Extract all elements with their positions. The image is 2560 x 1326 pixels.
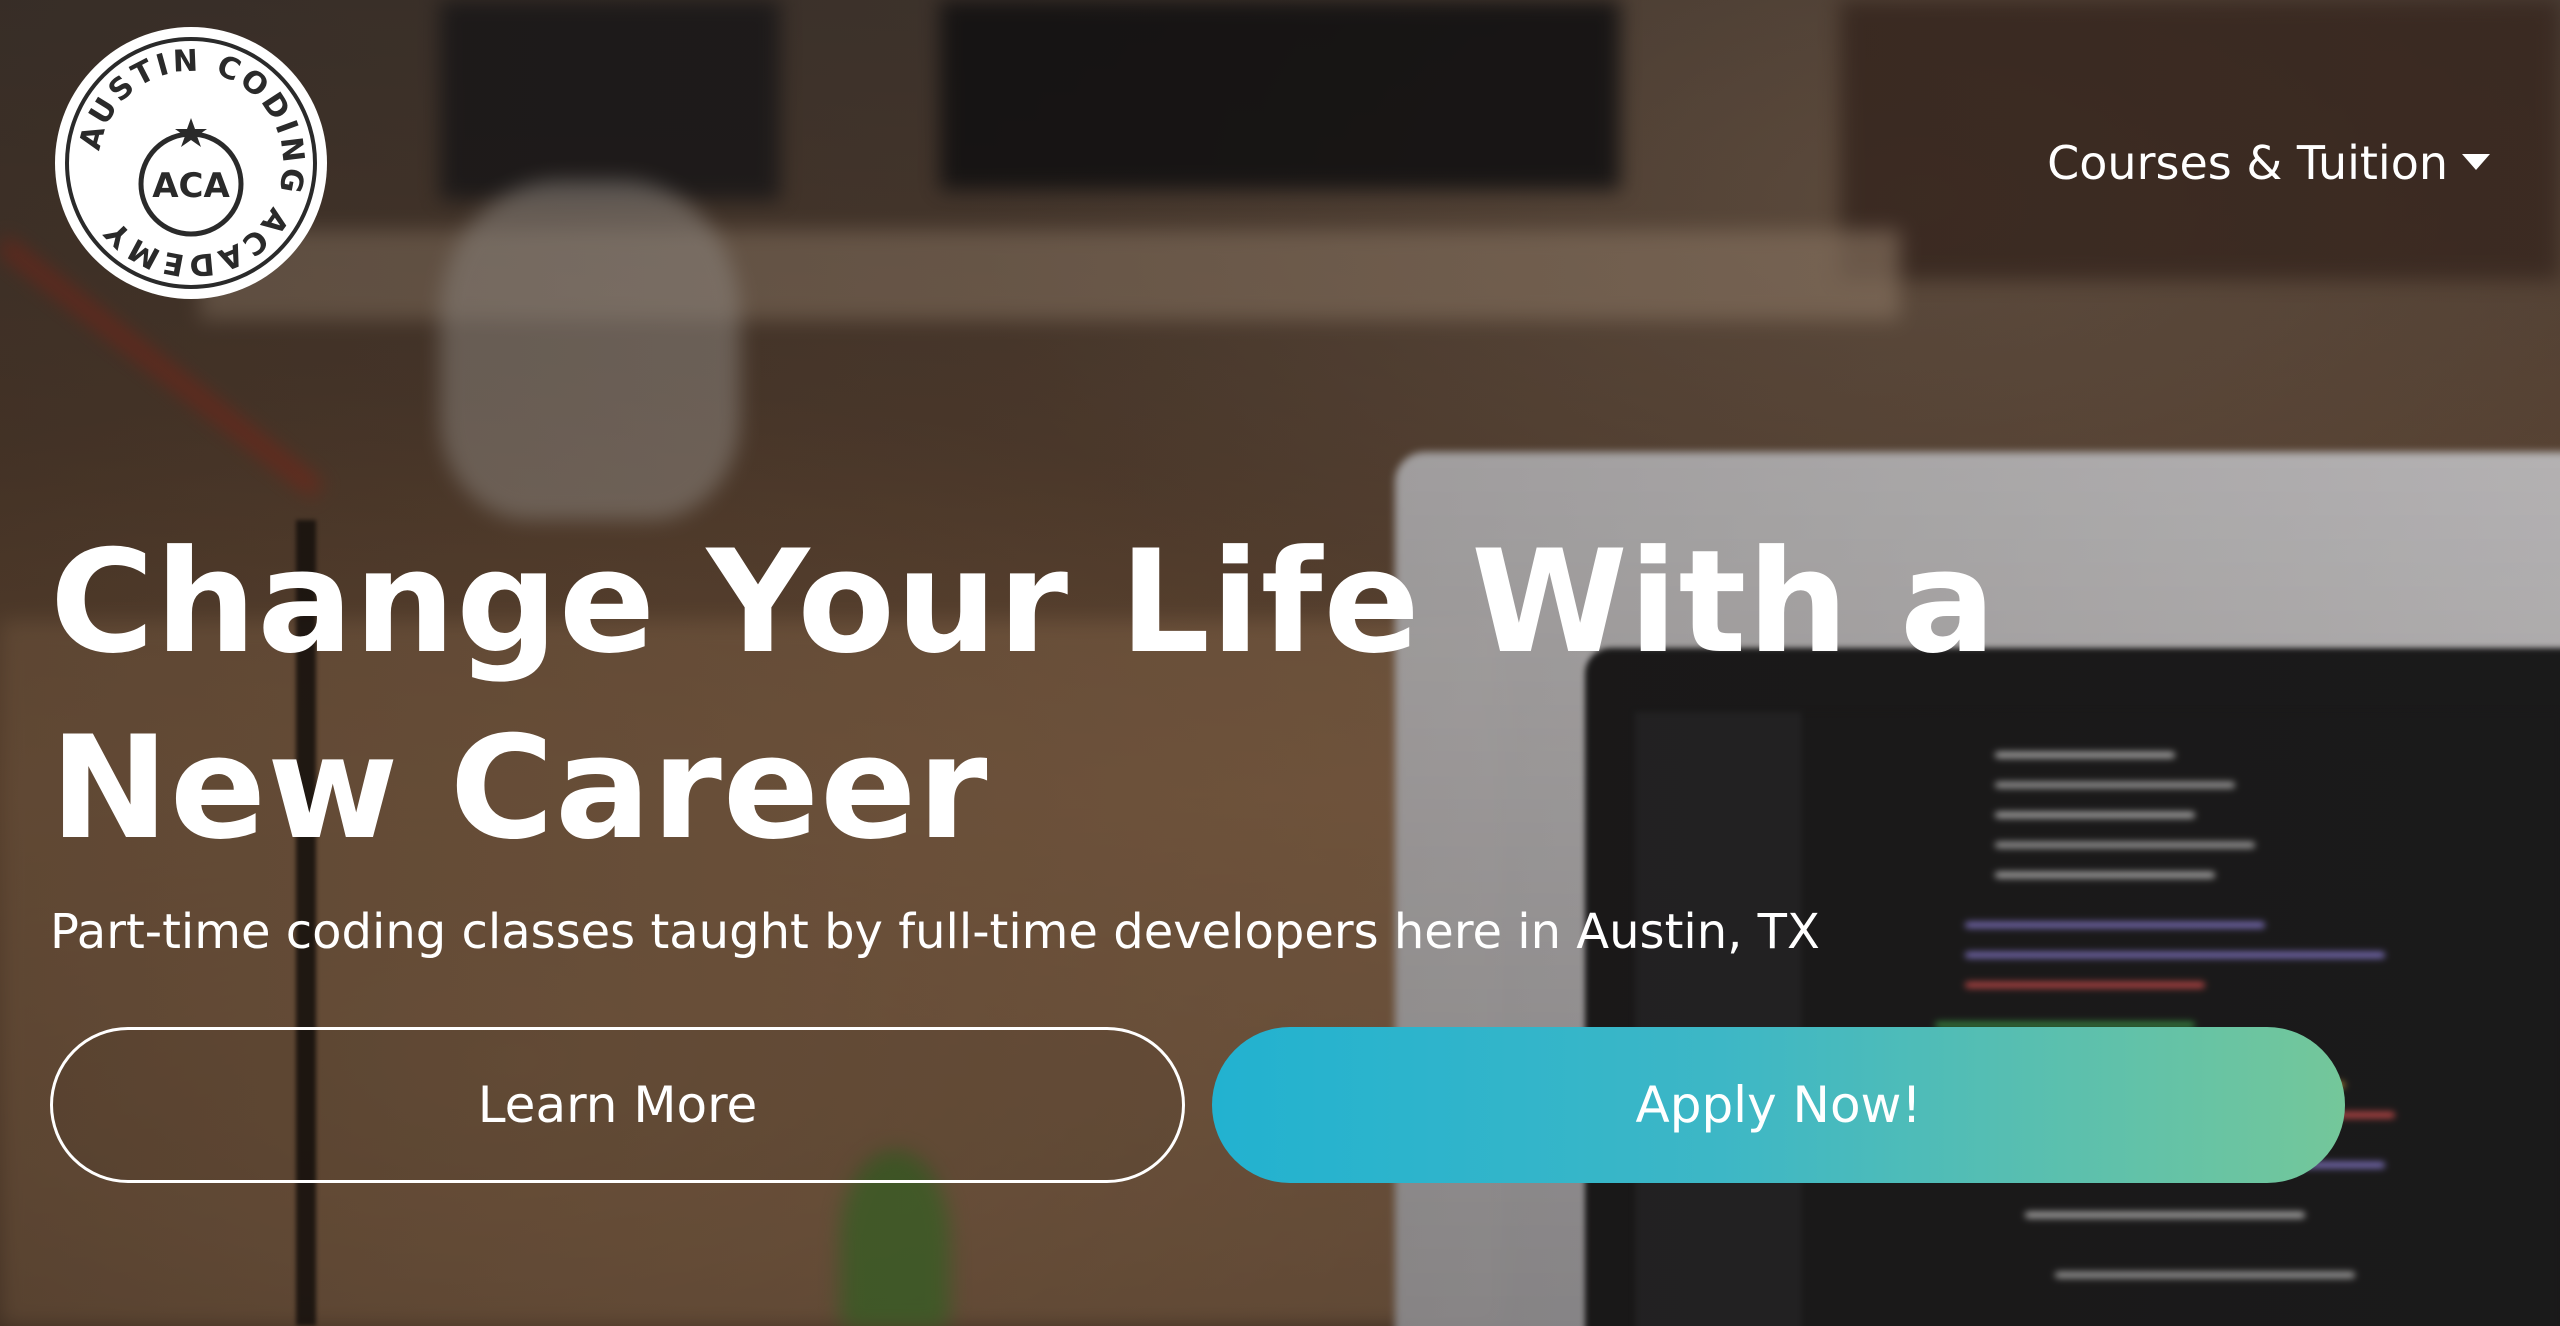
learn-more-label: Learn More: [477, 1076, 758, 1134]
logo-center-text: ACA: [152, 166, 230, 206]
apply-now-button[interactable]: Apply Now!: [1212, 1027, 2345, 1183]
hero-subheadline: Part-time coding classes taught by full-…: [50, 904, 1820, 960]
courses-tuition-label: Courses & Tuition: [2047, 136, 2448, 190]
aca-logo[interactable]: AUSTIN CODING ACADEMY ACA: [50, 22, 332, 304]
courses-tuition-dropdown[interactable]: Courses & Tuition: [2047, 136, 2490, 190]
hero-headline: Change Your Life With a New Career: [50, 520, 1997, 871]
apply-now-label: Apply Now!: [1635, 1076, 1922, 1134]
chevron-down-icon: [2462, 154, 2490, 170]
hero-section: AUSTIN CODING ACADEMY ACA Courses & Tuit…: [0, 0, 2560, 1326]
logo-badge: AUSTIN CODING ACADEMY ACA: [55, 27, 327, 299]
learn-more-button[interactable]: Learn More: [50, 1027, 1185, 1183]
